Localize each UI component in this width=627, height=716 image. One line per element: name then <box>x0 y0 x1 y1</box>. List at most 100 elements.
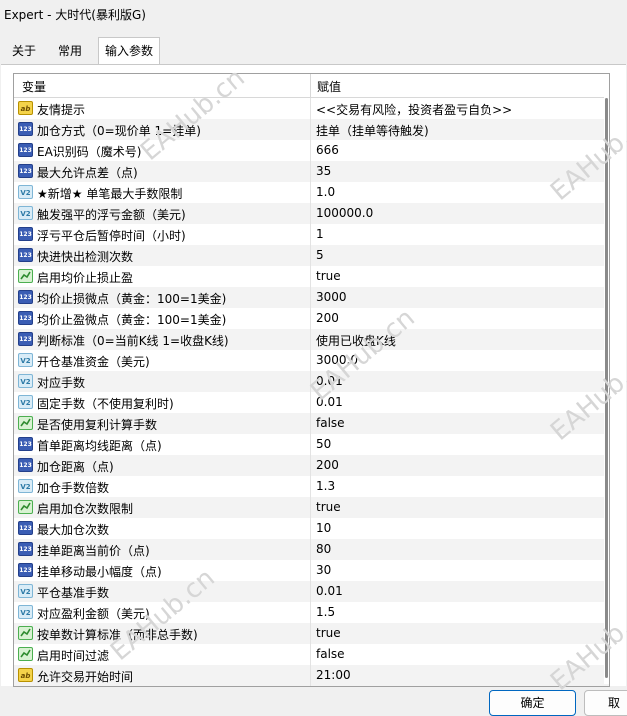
integer-icon: 123 <box>18 164 33 178</box>
parameter-value[interactable]: 使用已收盘K线 <box>316 332 396 349</box>
parameter-name: 均价止盈微点（黄金：100=1美金) <box>37 313 227 327</box>
parameter-value[interactable]: 21:00 <box>316 668 351 682</box>
parameter-value[interactable]: 1 <box>316 227 324 241</box>
parameter-name: 最大允许点差（点) <box>37 166 138 180</box>
table-row[interactable]: V2 加仓手数倍数 1.3 <box>14 476 609 497</box>
table-row[interactable]: 启用时间过滤 false <box>14 644 609 665</box>
cell-divider <box>310 665 311 686</box>
bool-icon <box>18 269 33 283</box>
parameter-value[interactable]: 200 <box>316 311 339 325</box>
cell-divider <box>310 308 311 329</box>
parameter-value[interactable]: 80 <box>316 542 331 556</box>
tab-common[interactable]: 常用 <box>46 38 94 64</box>
cell-divider <box>310 644 311 665</box>
table-row[interactable]: 是否使用复利计算手数 false <box>14 413 609 434</box>
cell-divider <box>310 476 311 497</box>
table-row[interactable]: 启用均价止损止盈 true <box>14 266 609 287</box>
parameter-value[interactable]: 0.01 <box>316 395 343 409</box>
parameter-value[interactable]: 3000 <box>316 290 347 304</box>
cell-divider <box>310 119 311 140</box>
table-row[interactable]: 123 挂单移动最小幅度（点) 30 <box>14 560 609 581</box>
cell-divider <box>310 392 311 413</box>
parameter-value[interactable]: 200 <box>316 458 339 472</box>
parameter-name: 加仓手数倍数 <box>37 481 110 495</box>
cell-divider <box>310 518 311 539</box>
parameter-name: 均价止损微点（黄金：100=1美金) <box>37 292 227 306</box>
tab-about[interactable]: 关于 <box>2 38 46 64</box>
scrollbar-thumb[interactable] <box>605 98 608 678</box>
cell-divider <box>310 203 311 224</box>
table-row[interactable]: V2 对应手数 0.01 <box>14 371 609 392</box>
cell-divider <box>310 245 311 266</box>
table-body: ab 友情提示 <<交易有风险，投资者盈亏自负>> 123 加仓方式（0=现价单 1=挂… <box>14 98 609 686</box>
table-row[interactable]: V2 触发强平的浮亏金额（美元) 100000.0 <box>14 203 609 224</box>
vertical-scrollbar[interactable] <box>604 96 609 684</box>
parameter-value[interactable]: 挂单（挂单等待触发) <box>316 122 429 139</box>
table-row[interactable]: V2 ★新增★ 单笔最大手数限制 1.0 <box>14 182 609 203</box>
table-row[interactable]: 123 最大加仓次数 10 <box>14 518 609 539</box>
column-divider[interactable] <box>310 74 311 97</box>
parameter-value[interactable]: 1.0 <box>316 185 335 199</box>
table-row[interactable]: 123 加仓距离（点) 200 <box>14 455 609 476</box>
parameter-value[interactable]: 666 <box>316 143 339 157</box>
double-icon: V2 <box>18 584 33 598</box>
parameter-value[interactable]: false <box>316 647 345 661</box>
parameter-value[interactable]: 0.01 <box>316 374 343 388</box>
double-icon: V2 <box>18 353 33 367</box>
cell-divider <box>310 287 311 308</box>
parameter-name: 开仓基准资金（美元) <box>37 355 150 369</box>
table-row[interactable]: 123 加仓方式（0=现价单 1=挂单) 挂单（挂单等待触发) <box>14 119 609 140</box>
parameter-value[interactable]: 5 <box>316 248 324 262</box>
inputs-panel: 变量 赋值 ab 友情提示 <<交易有风险，投资者盈亏自负>> 123 加仓方式（0=现… <box>1 64 626 687</box>
table-row[interactable]: 123 挂单距离当前价（点) 80 <box>14 539 609 560</box>
tab-bar: 关于 常用 输入参数 <box>0 37 627 65</box>
parameter-name: 判断标准（0=当前K线 1=收盘K线) <box>37 334 229 348</box>
table-row[interactable]: 123 EA识别码（魔术号) 666 <box>14 140 609 161</box>
ok-button[interactable]: 确定 <box>489 690 576 716</box>
cell-divider <box>310 602 311 623</box>
parameter-value[interactable]: <<交易有风险，投资者盈亏自负>> <box>316 101 512 118</box>
cancel-button[interactable]: 取 <box>584 690 627 716</box>
table-row[interactable]: 123 均价止损微点（黄金：100=1美金) 3000 <box>14 287 609 308</box>
table-row[interactable]: V2 对应盈利金额（美元) 1.5 <box>14 602 609 623</box>
cell-divider <box>310 434 311 455</box>
parameter-name: 启用均价止损止盈 <box>37 271 134 285</box>
table-row[interactable]: 启用加仓次数限制 true <box>14 497 609 518</box>
parameter-value[interactable]: 35 <box>316 164 331 178</box>
bool-icon <box>18 500 33 514</box>
parameter-value[interactable]: 1.5 <box>316 605 335 619</box>
parameter-value[interactable]: false <box>316 416 345 430</box>
table-row[interactable]: 123 浮亏平仓后暂停时间（小时) 1 <box>14 224 609 245</box>
table-row[interactable]: 123 首单距离均线距离（点) 50 <box>14 434 609 455</box>
parameter-value[interactable]: 100000.0 <box>316 206 373 220</box>
table-row[interactable]: V2 开仓基准资金（美元) 3000.0 <box>14 350 609 371</box>
parameter-value[interactable]: 30 <box>316 563 331 577</box>
header-variable[interactable]: 变量 <box>22 78 46 95</box>
table-row[interactable]: 123 快进快出检测次数 5 <box>14 245 609 266</box>
double-icon: V2 <box>18 479 33 493</box>
table-row[interactable]: 按单数计算标准（而非总手数) true <box>14 623 609 644</box>
table-row[interactable]: ab 友情提示 <<交易有风险，投资者盈亏自负>> <box>14 98 609 119</box>
table-row[interactable]: 123 均价止盈微点（黄金：100=1美金) 200 <box>14 308 609 329</box>
cell-divider <box>310 350 311 371</box>
parameter-value[interactable]: 1.3 <box>316 479 335 493</box>
table-row[interactable]: V2 固定手数（不使用复利时) 0.01 <box>14 392 609 413</box>
double-icon: V2 <box>18 185 33 199</box>
parameter-value[interactable]: 50 <box>316 437 331 451</box>
parameter-value[interactable]: true <box>316 500 341 514</box>
parameter-value[interactable]: 10 <box>316 521 331 535</box>
parameter-value[interactable]: true <box>316 626 341 640</box>
table-row[interactable]: ab 允许交易开始时间 21:00 <box>14 665 609 686</box>
table-row[interactable]: V2 平仓基准手数 0.01 <box>14 581 609 602</box>
header-value[interactable]: 赋值 <box>317 78 341 95</box>
parameter-value[interactable]: true <box>316 269 341 283</box>
parameter-name: 平仓基准手数 <box>37 586 110 600</box>
table-row[interactable]: 123 判断标准（0=当前K线 1=收盘K线) 使用已收盘K线 <box>14 329 609 350</box>
window-title: Expert - 大时代(暴利版G) <box>4 8 146 22</box>
double-icon: V2 <box>18 374 33 388</box>
integer-icon: 123 <box>18 521 33 535</box>
parameter-value[interactable]: 0.01 <box>316 584 343 598</box>
tab-inputs[interactable]: 输入参数 <box>98 37 160 65</box>
table-row[interactable]: 123 最大允许点差（点) 35 <box>14 161 609 182</box>
parameter-value[interactable]: 3000.0 <box>316 353 358 367</box>
